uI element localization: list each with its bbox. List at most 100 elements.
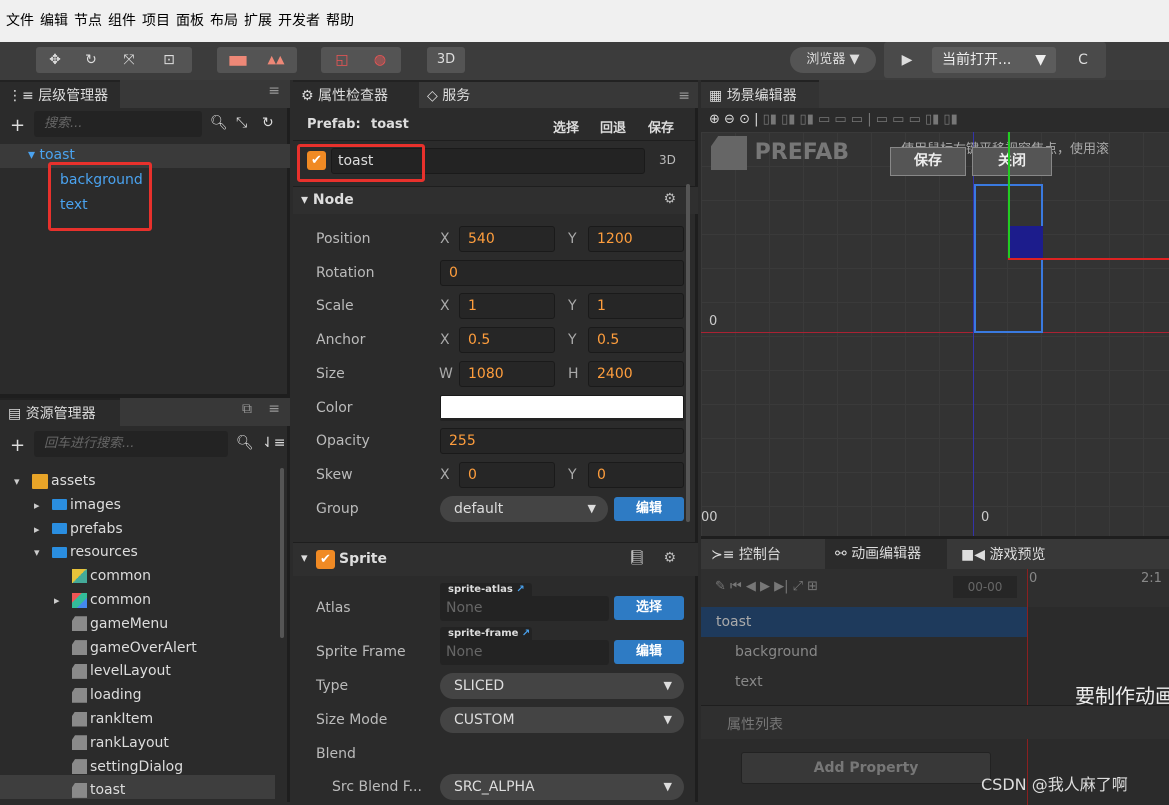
search-icon[interactable]: 🔍︎ bbox=[210, 115, 228, 131]
skew-y-input[interactable]: 0 bbox=[588, 462, 684, 488]
assets-search-input[interactable]: 回车进行搜索... bbox=[34, 431, 228, 457]
rect-tool-icon[interactable]: ⊡ bbox=[154, 47, 184, 73]
gizmo-y-axis[interactable] bbox=[1008, 132, 1010, 259]
align-tools-icon[interactable]: ▯▮ ▯▮ ▯▮ ▭ ▭ ▭ | ▭ ▭ ▭ ▯▮ ▯▮ bbox=[763, 112, 958, 127]
opacity-input[interactable]: 255 bbox=[440, 428, 684, 454]
menu-component[interactable]: 组件 bbox=[108, 0, 136, 42]
menu-icon[interactable]: ≡ bbox=[268, 401, 280, 417]
scale-x-input[interactable]: 1 bbox=[459, 293, 555, 319]
tree-node-toast[interactable]: ▾ toast bbox=[28, 147, 75, 163]
gizmo-x-axis[interactable] bbox=[1008, 258, 1169, 260]
select-button[interactable]: 选择 bbox=[553, 117, 579, 136]
type-select[interactable]: SLICED ▼ bbox=[440, 673, 684, 699]
help-book-icon[interactable]: 📘︎ bbox=[628, 550, 646, 566]
assets-tab[interactable]: ▤ 资源管理器 bbox=[0, 398, 120, 426]
animation-tab[interactable]: ⚯ 动画编辑器 bbox=[825, 539, 947, 569]
asset-item[interactable]: levelLayout bbox=[54, 661, 171, 681]
local-space-icon[interactable]: ◱ bbox=[329, 47, 355, 73]
settings-icon[interactable]: ⚙ bbox=[663, 550, 676, 566]
src-blend-select[interactable]: SRC_ALPHA ▼ bbox=[440, 774, 684, 800]
menu-edit[interactable]: 编辑 bbox=[40, 0, 68, 42]
menu-help[interactable]: 帮助 bbox=[326, 0, 354, 42]
add-property-button[interactable]: Add Property bbox=[741, 752, 991, 784]
frame-edit-button[interactable]: 编辑 bbox=[614, 640, 684, 664]
scene-editor-tab[interactable]: ▦ 场景编辑器 bbox=[701, 80, 819, 108]
center-icon[interactable]: ▲▲ bbox=[261, 47, 291, 73]
inspector-tab[interactable]: ⚙ 属性检查器 bbox=[293, 80, 419, 108]
scale-y-input[interactable]: 1 bbox=[588, 293, 684, 319]
anchor-x-input[interactable]: 0.5 bbox=[459, 327, 555, 353]
expand-arrow-icon[interactable]: ▾ bbox=[34, 543, 52, 563]
scene-viewport[interactable] bbox=[701, 132, 1169, 536]
assets-scrollbar[interactable] bbox=[280, 468, 284, 638]
group-select[interactable]: default ▼ bbox=[440, 496, 608, 522]
service-tab[interactable]: ◇ 服务 ≡ bbox=[419, 80, 698, 108]
scale-tool-icon[interactable]: ⤧ bbox=[116, 47, 142, 73]
rotation-input[interactable]: 0 bbox=[440, 260, 684, 286]
size-mode-select[interactable]: CUSTOM ▼ bbox=[440, 707, 684, 733]
search-icon[interactable]: 🔍︎ bbox=[236, 435, 254, 451]
frame-value-field[interactable]: None bbox=[440, 640, 609, 665]
add-asset-icon[interactable]: + bbox=[10, 435, 25, 456]
asset-item[interactable]: toast bbox=[54, 780, 125, 800]
hierarchy-search-input[interactable]: 搜索... bbox=[34, 111, 202, 137]
time-input[interactable]: 00-00 bbox=[953, 576, 1017, 598]
asset-item[interactable]: common bbox=[54, 566, 151, 586]
timeline-cursor[interactable] bbox=[1027, 569, 1028, 805]
menu-icon[interactable]: ≡ bbox=[678, 82, 690, 110]
asset-item[interactable]: ▾ resources bbox=[34, 542, 138, 562]
asset-item[interactable]: gameMenu bbox=[54, 614, 168, 634]
prefab-close-button[interactable]: 关闭 bbox=[972, 147, 1052, 176]
asset-item[interactable]: ▸ images bbox=[34, 495, 121, 515]
global-space-icon[interactable]: ◍ bbox=[367, 47, 393, 73]
sort-icon[interactable]: ⇃≡ bbox=[262, 435, 285, 451]
expand-arrow-icon[interactable]: ▸ bbox=[34, 520, 52, 540]
revert-button[interactable]: 回退 bbox=[600, 117, 626, 136]
hierarchy-tab[interactable]: ⋮≡ 层级管理器 bbox=[0, 80, 120, 108]
menu-panel[interactable]: 面板 bbox=[176, 0, 204, 42]
add-node-icon[interactable]: + bbox=[10, 115, 25, 136]
anim-node-toast[interactable]: toast bbox=[716, 614, 751, 630]
mode-3d-button[interactable]: 3D bbox=[427, 47, 465, 73]
menu-extension[interactable]: 扩展 bbox=[244, 0, 272, 42]
color-swatch[interactable] bbox=[440, 395, 684, 421]
menu-file[interactable]: 文件 bbox=[6, 0, 34, 42]
menu-project[interactable]: 项目 bbox=[142, 0, 170, 42]
asset-item[interactable]: rankLayout bbox=[54, 733, 169, 753]
atlas-value-field[interactable]: None bbox=[440, 596, 609, 621]
sprite-section-header[interactable]: ▾ ✔ Sprite 📘︎ ⚙ bbox=[293, 542, 698, 576]
console-tab[interactable]: ≻≡ 控制台 bbox=[711, 544, 781, 564]
zoom-reset-icon[interactable]: ⊙ bbox=[739, 112, 750, 127]
asset-item[interactable]: ▸ prefabs bbox=[34, 519, 123, 539]
move-tool-icon[interactable]: ✥ bbox=[42, 47, 68, 73]
rotate-tool-icon[interactable]: ↻ bbox=[78, 47, 104, 73]
skew-x-input[interactable]: 0 bbox=[459, 462, 555, 488]
anchor-y-input[interactable]: 0.5 bbox=[588, 327, 684, 353]
node-section-header[interactable]: ▾ Node ⚙ bbox=[293, 186, 698, 214]
asset-row-selected[interactable] bbox=[0, 775, 275, 799]
atlas-select-button[interactable]: 选择 bbox=[614, 596, 684, 620]
asset-item[interactable]: settingDialog bbox=[54, 757, 183, 777]
size-h-input[interactable]: 2400 bbox=[588, 361, 684, 387]
size-w-input[interactable]: 1080 bbox=[459, 361, 555, 387]
anim-node-background[interactable]: background bbox=[735, 644, 818, 660]
collapse-icon[interactable]: ⤡ bbox=[236, 115, 247, 131]
inspector-scrollbar[interactable] bbox=[686, 184, 690, 522]
zoom-out-icon[interactable]: ⊖ bbox=[724, 112, 735, 127]
position-y-input[interactable]: 1200 bbox=[588, 226, 684, 252]
play-icon[interactable]: ▶ bbox=[894, 47, 920, 73]
external-link-icon[interactable]: ↗ bbox=[516, 584, 524, 595]
expand-arrow-icon[interactable]: ▾ bbox=[14, 472, 32, 492]
browser-select[interactable]: 浏览器 ▼ bbox=[790, 47, 876, 73]
menu-layout[interactable]: 布局 bbox=[210, 0, 238, 42]
popout-icon[interactable]: ⧉ bbox=[242, 401, 252, 417]
sprite-enabled-checkbox[interactable]: ✔ bbox=[316, 550, 335, 569]
zoom-in-icon[interactable]: ⊕ bbox=[709, 112, 720, 127]
asset-item[interactable]: rankItem bbox=[54, 709, 153, 729]
expand-arrow-icon[interactable]: ▸ bbox=[34, 496, 52, 516]
asset-item[interactable]: gameOverAlert bbox=[54, 638, 197, 658]
group-edit-button[interactable]: 编辑 bbox=[614, 497, 684, 521]
refresh-icon[interactable]: C bbox=[1070, 47, 1096, 73]
save-button[interactable]: 保存 bbox=[648, 117, 674, 136]
anim-node-text[interactable]: text bbox=[735, 674, 763, 690]
